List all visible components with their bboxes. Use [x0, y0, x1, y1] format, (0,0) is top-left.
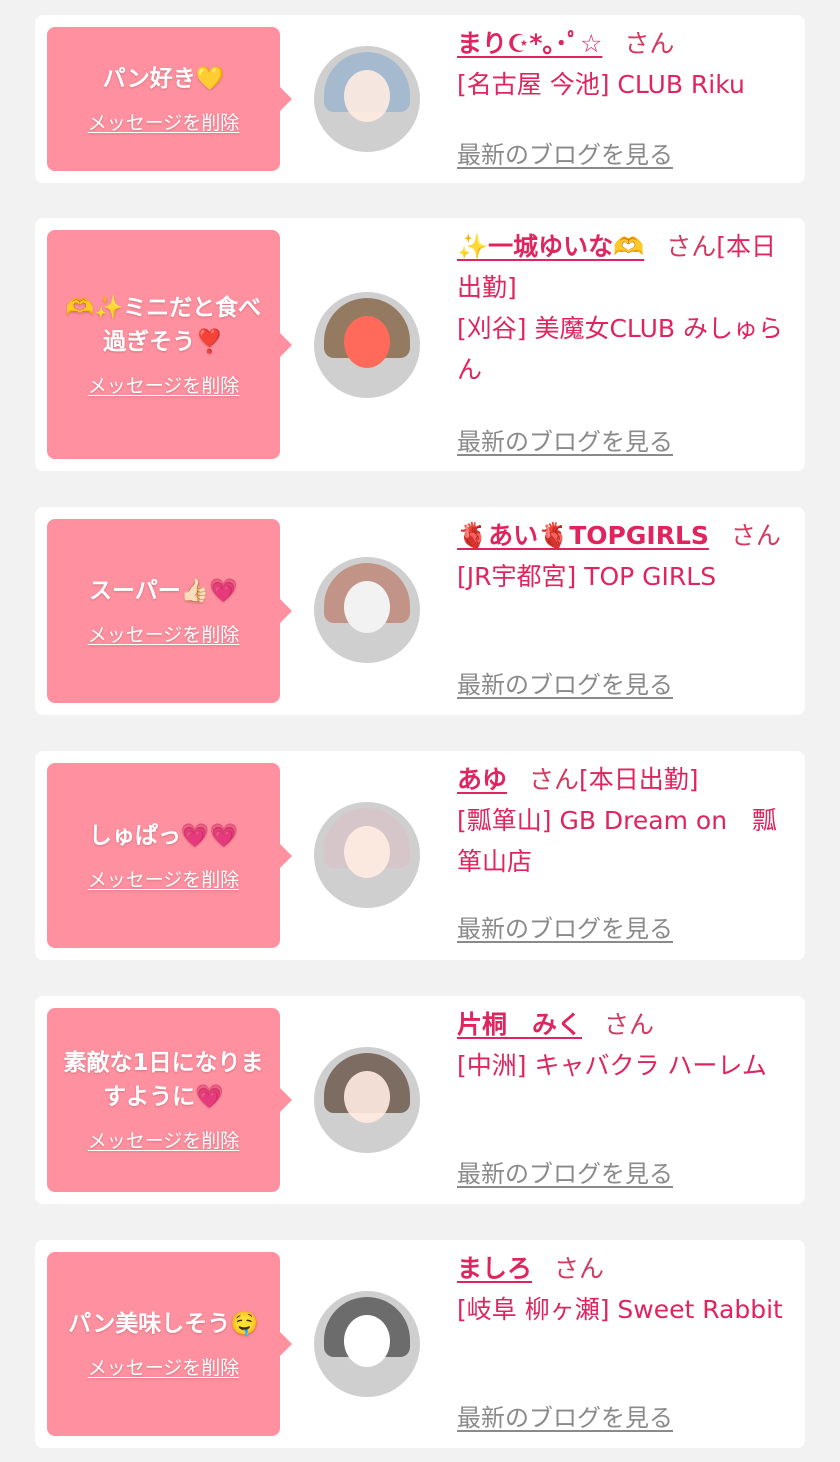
message-text: スーパー👍🏻💗 [88, 578, 239, 604]
avatar[interactable] [314, 1291, 420, 1397]
latest-blog-link[interactable]: 最新のブログを見る [457, 909, 673, 944]
favorite-card: スーパー👍🏻💗 メッセージを削除 🫀あい🫀TOPGIRLS さん [JR宇都宮] … [35, 507, 805, 715]
avatar-face [344, 1315, 390, 1367]
message-text: 素敵な1日になりますように💗 [63, 1050, 264, 1110]
latest-blog-link[interactable]: 最新のブログを見る [457, 1154, 673, 1189]
message-bubble: パン美味しそう🤤 メッセージを削除 [47, 1252, 292, 1436]
cast-name-link[interactable]: あゆ [457, 765, 507, 794]
message-bubble: 🫶✨ミニだと食べ過ぎそう❣️ メッセージを削除 [47, 230, 292, 459]
shop-name: [名古屋 今池] CLUB Riku [457, 70, 745, 99]
cast-info: 🫀あい🫀TOPGIRLS さん [JR宇都宮] TOP GIRLS [457, 515, 793, 597]
cast-name-link[interactable]: まり☪︎*｡･ﾟ☆ [457, 29, 602, 58]
avatar-face [344, 316, 390, 368]
latest-blog-link[interactable]: 最新のブログを見る [457, 665, 673, 700]
shop-name: [岐阜 柳ヶ瀬] Sweet Rabbit [457, 1295, 783, 1324]
name-line: あゆ さん[本日出勤] [457, 759, 793, 800]
honorific: さん [666, 232, 717, 261]
shop-name: [瓢箪山] GB Dream on 瓢箪山店 [457, 806, 778, 876]
cast-name-link[interactable]: ましろ [457, 1254, 532, 1283]
favorite-card: パン好き💛 メッセージを削除 まり☪︎*｡･ﾟ☆ さん [名古屋 今池] CLUB… [35, 15, 805, 183]
favorite-card: しゅぱっ💗💗 メッセージを削除 あゆ さん[本日出勤] [瓢箪山] GB Drea… [35, 751, 805, 960]
message-text: しゅぱっ💗💗 [88, 822, 239, 849]
shop-name: [JR宇都宮] TOP GIRLS [457, 562, 717, 591]
honorific: さん [529, 765, 580, 794]
avatar-face [344, 70, 390, 122]
avatar[interactable] [314, 802, 420, 908]
delete-message-link[interactable]: メッセージを削除 [88, 1128, 240, 1154]
name-line: まり☪︎*｡･ﾟ☆ さん [457, 23, 793, 64]
favorite-card: パン美味しそう🤤 メッセージを削除 ましろ さん [岐阜 柳ヶ瀬] Sweet R… [35, 1240, 805, 1448]
message-bubble: しゅぱっ💗💗 メッセージを削除 [47, 763, 292, 948]
delete-message-link[interactable]: メッセージを削除 [88, 867, 240, 893]
name-line: ましろ さん [457, 1248, 793, 1289]
honorific: さん [624, 29, 675, 58]
avatar[interactable] [314, 1047, 420, 1153]
cast-info: ましろ さん [岐阜 柳ヶ瀬] Sweet Rabbit [457, 1248, 793, 1330]
latest-blog-link[interactable]: 最新のブログを見る [457, 422, 673, 457]
cast-name-link[interactable]: 🫀あい🫀TOPGIRLS [457, 521, 709, 550]
delete-message-link[interactable]: メッセージを削除 [88, 110, 240, 136]
cast-name-link[interactable]: ✨一城ゆいな🫶 [457, 232, 644, 261]
honorific: さん [604, 1010, 655, 1039]
delete-message-link[interactable]: メッセージを削除 [88, 622, 240, 648]
message-bubble: 素敵な1日になりますように💗 メッセージを削除 [47, 1008, 292, 1192]
avatar-face [344, 826, 390, 878]
shop-name: [刈谷] 美魔女CLUB みしゅらん [457, 314, 783, 384]
avatar[interactable] [314, 557, 420, 663]
favorites-list: パン好き💛 メッセージを削除 まり☪︎*｡･ﾟ☆ さん [名古屋 今池] CLUB… [0, 0, 840, 1462]
favorite-card: 🫶✨ミニだと食べ過ぎそう❣️ メッセージを削除 ✨一城ゆいな🫶 さん[本日出勤] … [35, 218, 805, 471]
cast-info: まり☪︎*｡･ﾟ☆ さん [名古屋 今池] CLUB Riku [457, 23, 793, 105]
attendance-status: [本日出勤] [579, 765, 699, 794]
honorific: さん [730, 521, 781, 550]
favorite-card: 素敵な1日になりますように💗 メッセージを削除 片桐 みく さん [中洲] キャバ… [35, 996, 805, 1204]
avatar-face [344, 581, 390, 633]
delete-message-link[interactable]: メッセージを削除 [88, 373, 240, 399]
latest-blog-link[interactable]: 最新のブログを見る [457, 135, 673, 170]
name-line: 片桐 みく さん [457, 1004, 793, 1045]
name-line: ✨一城ゆいな🫶 さん[本日出勤] [457, 226, 793, 308]
cast-name-link[interactable]: 片桐 みく [457, 1010, 582, 1039]
cast-info: ✨一城ゆいな🫶 さん[本日出勤] [刈谷] 美魔女CLUB みしゅらん [457, 226, 793, 390]
latest-blog-link[interactable]: 最新のブログを見る [457, 1398, 673, 1433]
message-text: 🫶✨ミニだと食べ過ぎそう❣️ [65, 294, 262, 355]
message-bubble: パン好き💛 メッセージを削除 [47, 27, 292, 171]
avatar[interactable] [314, 292, 420, 398]
avatar-face [344, 1071, 390, 1123]
name-line: 🫀あい🫀TOPGIRLS さん [457, 515, 793, 556]
delete-message-link[interactable]: メッセージを削除 [88, 1355, 240, 1381]
message-text: パン美味しそう🤤 [68, 1311, 259, 1337]
message-text: パン好き💛 [102, 66, 225, 92]
avatar[interactable] [314, 46, 420, 152]
message-bubble: スーパー👍🏻💗 メッセージを削除 [47, 519, 292, 703]
honorific: さん [554, 1254, 605, 1283]
cast-info: 片桐 みく さん [中洲] キャバクラ ハーレム [457, 1004, 793, 1086]
cast-info: あゆ さん[本日出勤] [瓢箪山] GB Dream on 瓢箪山店 [457, 759, 793, 882]
shop-name: [中洲] キャバクラ ハーレム [457, 1051, 767, 1080]
